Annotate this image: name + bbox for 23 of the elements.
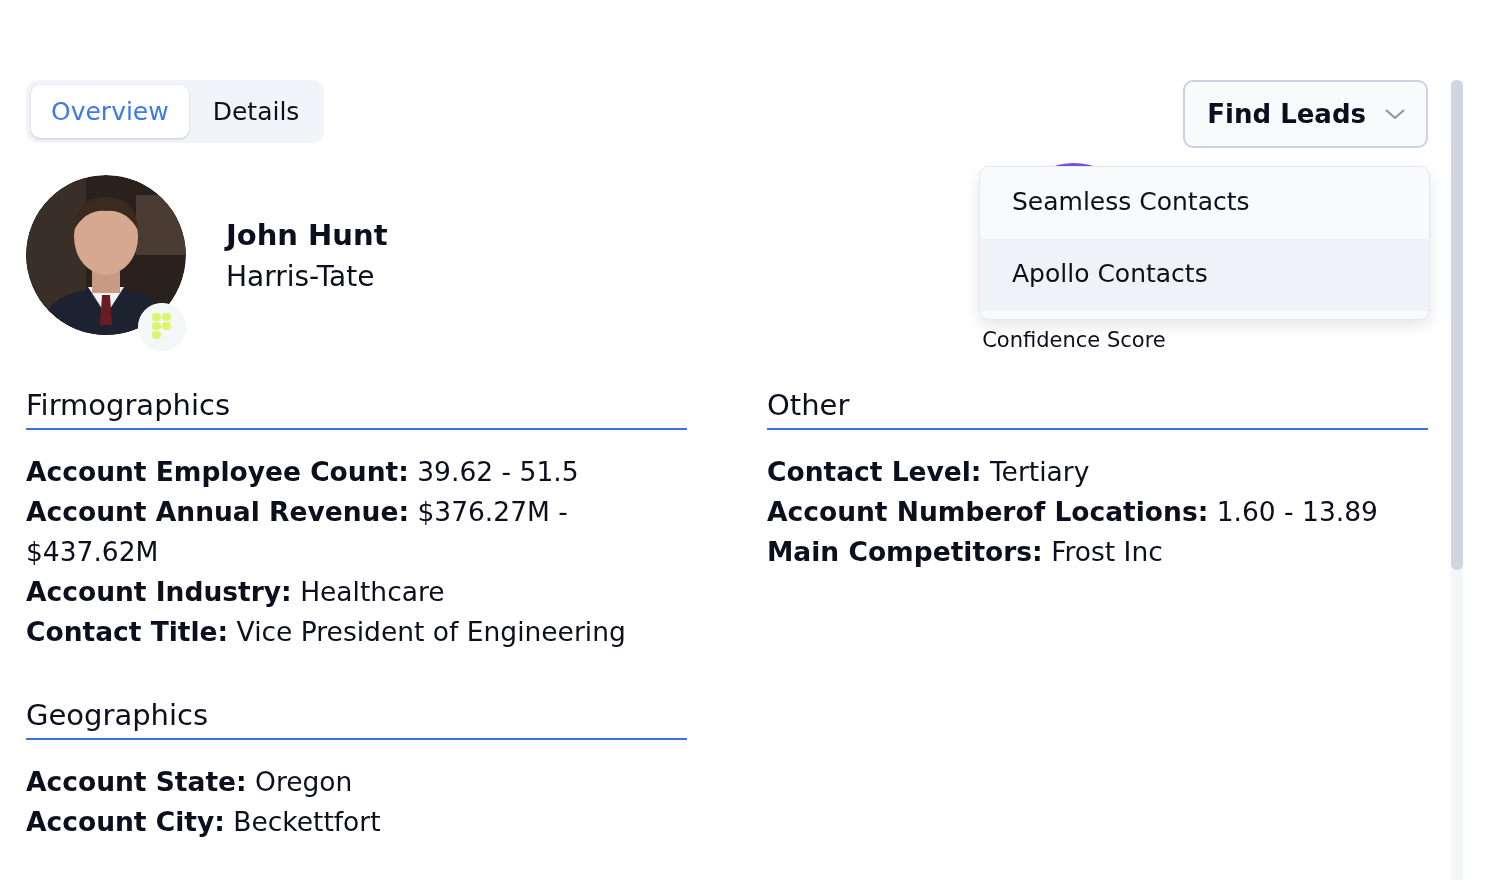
- tab[interactable]: Details: [192, 85, 320, 138]
- field-text: Account Annual Revenue: $376.27M - $437.62M: [26, 495, 569, 569]
- field-text: Account City: Beckettfort: [26, 805, 382, 839]
- menu-item[interactable]: Seamless Contacts: [980, 167, 1429, 239]
- tab[interactable]: Overview: [31, 85, 189, 138]
- scroll-thumb[interactable]: [1451, 80, 1463, 570]
- menu-item[interactable]: Apollo Contacts: [980, 239, 1429, 311]
- field-text: Contact Level: Tertiary: [767, 455, 1091, 489]
- scrollbar[interactable]: [1451, 80, 1463, 880]
- section-title: Firmographics: [26, 388, 687, 430]
- confidence-label: Confidence Score: [982, 328, 1166, 352]
- find-leads-button[interactable]: Find Leads: [1183, 80, 1428, 148]
- field-text: Account Employee Count: 39.62 - 51.5: [26, 455, 580, 489]
- caret-icon: [1384, 107, 1406, 121]
- field-text: Account Numberof Locations: 1.60 - 13.89: [767, 495, 1379, 529]
- company-name: Harris-Tate: [226, 259, 376, 293]
- field-text: Main Competitors: Frost Inc: [767, 535, 1164, 569]
- contact-name: John Hunt: [226, 217, 388, 252]
- section-title: Other: [767, 388, 1428, 430]
- field-text: Account State: Oregon: [26, 765, 354, 799]
- field-text: Contact Title: Vice President of Engineering: [26, 615, 627, 649]
- section-title: Geographics: [26, 698, 687, 740]
- field-text: Account Industry: Healthcare: [26, 575, 446, 609]
